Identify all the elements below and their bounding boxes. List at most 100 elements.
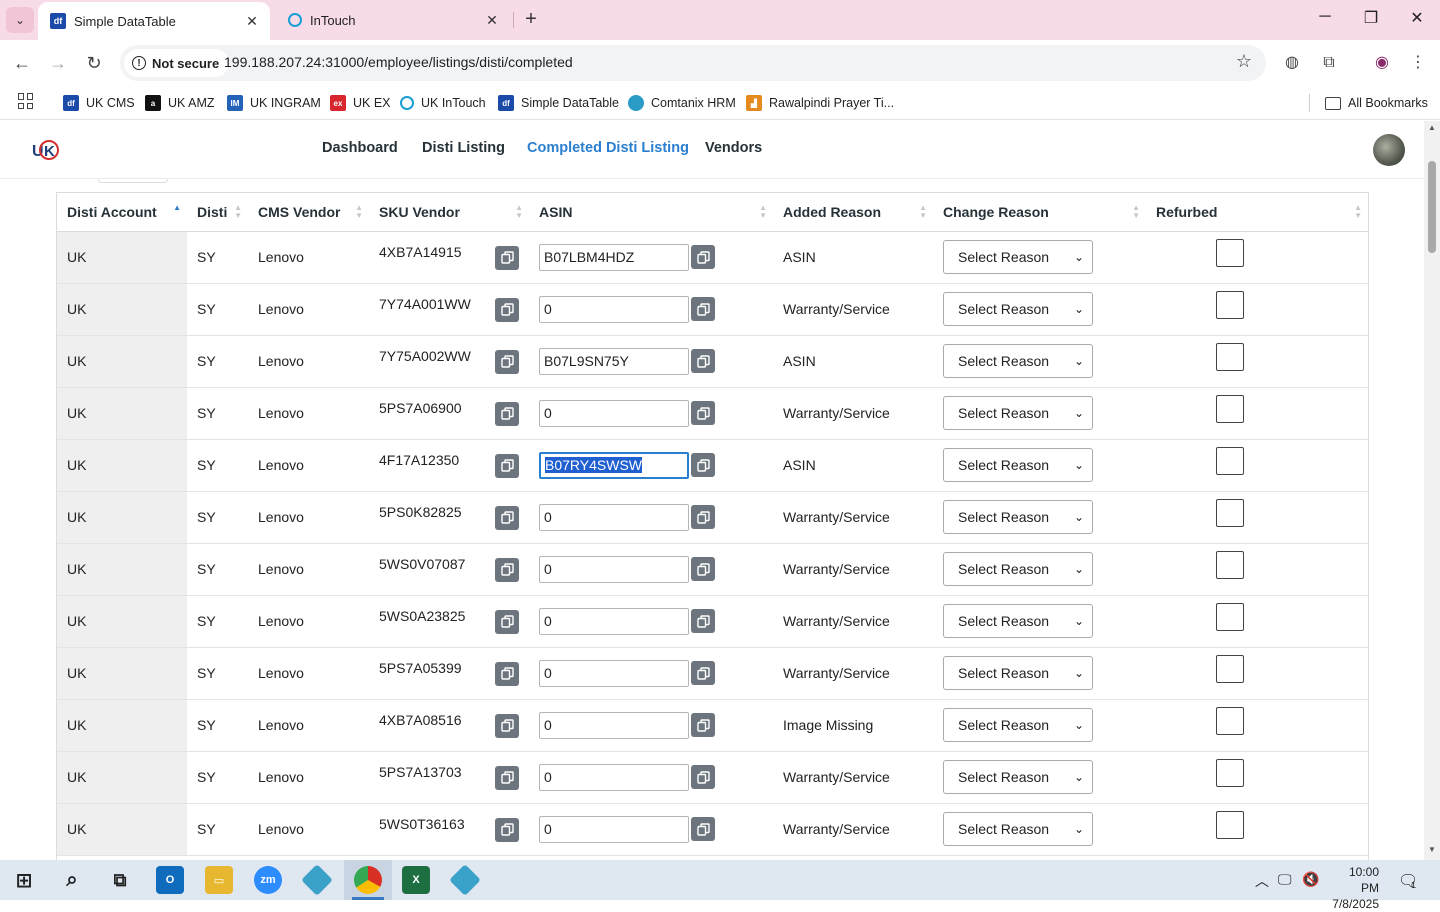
refurbed-checkbox[interactable] (1216, 239, 1244, 267)
app-diamond-icon-2[interactable] (449, 864, 481, 896)
col-change-reason[interactable]: Change Reason ▲ ▼ (933, 193, 1146, 232)
nav-vendors[interactable]: Vendors (705, 140, 762, 156)
asin-input[interactable]: 0 (539, 711, 689, 739)
copy-sku-button[interactable] (495, 453, 519, 478)
change-reason-select[interactable]: Select Reason ⌄ (943, 292, 1093, 326)
minimize-icon[interactable]: ─ (1313, 8, 1337, 32)
col-added-reason[interactable]: Added Reason ▲ ▼ (773, 193, 933, 232)
volume-muted-icon[interactable]: 🔇 (1302, 871, 1319, 888)
menu-kebab-icon[interactable]: ⋮ (1406, 51, 1430, 75)
close-tab-icon[interactable]: ✕ (242, 13, 262, 30)
copy-asin-button[interactable] (691, 817, 715, 841)
col-disti-account[interactable]: Disti Account ▲ (57, 193, 187, 232)
change-reason-select[interactable]: Select Reason ⌄ (943, 552, 1093, 586)
copy-asin-button[interactable] (691, 609, 715, 633)
col-asin[interactable]: ASIN ▲ ▼ (529, 193, 773, 232)
refurbed-checkbox[interactable] (1216, 343, 1244, 371)
copy-sku-button[interactable] (495, 661, 519, 686)
back-icon[interactable]: ← (10, 51, 34, 75)
extensions-icon[interactable]: ⧉ (1317, 51, 1341, 75)
asin-input[interactable]: 0 (539, 555, 689, 583)
change-reason-select[interactable]: Select Reason ⌄ (943, 812, 1093, 846)
copy-sku-button[interactable] (495, 401, 519, 426)
asin-input[interactable]: 0 (539, 295, 689, 323)
refurbed-checkbox[interactable] (1216, 395, 1244, 423)
change-reason-select[interactable]: Select Reason ⌄ (943, 344, 1093, 378)
uk-logo-icon[interactable]: U K (32, 138, 60, 162)
task-view-icon[interactable]: ⧉ (106, 866, 134, 894)
windows-start-icon[interactable]: ⊞ (10, 866, 38, 894)
refurbed-checkbox[interactable] (1216, 707, 1244, 735)
tab-intouch[interactable]: InTouch ✕ (276, 0, 510, 40)
bookmark-simple-datatable[interactable]: df Simple DataTable (498, 92, 619, 114)
col-disti[interactable]: Disti ▲ ▼ (187, 193, 248, 232)
refurbed-checkbox[interactable] (1216, 447, 1244, 475)
nav-disti-listing[interactable]: Disti Listing (422, 140, 505, 156)
tray-chevron-icon[interactable]: ︿ (1255, 871, 1269, 891)
chrome-icon[interactable] (354, 866, 382, 894)
nav-completed-disti-listing[interactable]: Completed Disti Listing (527, 140, 689, 156)
profile-icon[interactable]: ◉ (1370, 51, 1394, 75)
bookmark-prayer-times[interactable]: ▟ Rawalpindi Prayer Ti... (746, 92, 894, 114)
page-scrollbar[interactable]: ▲ ▼ (1424, 121, 1440, 860)
bookmark-star-icon[interactable]: ☆ (1236, 51, 1252, 72)
copy-sku-button[interactable] (495, 765, 519, 790)
address-bar[interactable]: ! Not secure 199.188.207.24:31000/employ… (120, 45, 1266, 81)
all-bookmarks[interactable]: All Bookmarks (1325, 92, 1428, 114)
copy-asin-button[interactable] (691, 557, 715, 581)
change-reason-select[interactable]: Select Reason ⌄ (943, 500, 1093, 534)
bookmark-uk-amz[interactable]: a UK AMZ (145, 92, 215, 114)
new-tab-icon[interactable]: + (520, 8, 542, 30)
copy-sku-button[interactable] (495, 817, 519, 842)
window-close-icon[interactable]: ✕ (1405, 8, 1429, 32)
asin-input[interactable]: B07LBM4HDZ (539, 243, 689, 271)
change-reason-select[interactable]: Select Reason ⌄ (943, 396, 1093, 430)
copy-sku-button[interactable] (495, 713, 519, 738)
change-reason-select[interactable]: Select Reason ⌄ (943, 604, 1093, 638)
close-tab-icon[interactable]: ✕ (482, 12, 502, 29)
asin-input[interactable]: 0 (539, 503, 689, 531)
restore-icon[interactable]: ❐ (1359, 8, 1383, 32)
network-icon[interactable]: 🖵 (1278, 871, 1292, 888)
copy-asin-button[interactable] (691, 245, 715, 269)
asin-input[interactable]: 0 (539, 399, 689, 427)
copy-asin-button[interactable] (691, 401, 715, 425)
change-reason-select[interactable]: Select Reason ⌄ (943, 760, 1093, 794)
refurbed-checkbox[interactable] (1216, 291, 1244, 319)
scroll-up-icon[interactable]: ▲ (1427, 123, 1437, 132)
apps-grid-icon[interactable] (18, 93, 34, 109)
forward-icon[interactable]: → (46, 51, 70, 75)
excel-icon[interactable]: X (402, 866, 430, 894)
col-cms-vendor[interactable]: CMS Vendor ▲ ▼ (248, 193, 369, 232)
copy-sku-button[interactable] (495, 505, 519, 530)
copy-asin-button[interactable] (691, 349, 715, 373)
copy-asin-button[interactable] (691, 661, 715, 685)
asin-input[interactable]: 0 (539, 659, 689, 687)
refurbed-checkbox[interactable] (1216, 655, 1244, 683)
col-sku-vendor[interactable]: SKU Vendor ▲ ▼ (369, 193, 529, 232)
copy-sku-button[interactable] (495, 609, 519, 634)
copy-asin-button[interactable] (691, 505, 715, 529)
asin-input[interactable]: 0 (539, 763, 689, 791)
refurbed-checkbox[interactable] (1216, 499, 1244, 527)
zoom-icon[interactable]: zm (254, 866, 282, 894)
user-avatar[interactable] (1373, 134, 1405, 166)
refurbed-checkbox[interactable] (1216, 759, 1244, 787)
change-reason-select[interactable]: Select Reason ⌄ (943, 240, 1093, 274)
refurbed-checkbox[interactable] (1216, 603, 1244, 631)
bookmark-uk-ingram[interactable]: IM UK INGRAM (227, 92, 321, 114)
asin-input[interactable]: 0 (539, 607, 689, 635)
copy-sku-button[interactable] (495, 245, 519, 270)
refurbed-checkbox[interactable] (1216, 811, 1244, 839)
bookmark-uk-ex[interactable]: ex UK EX (330, 92, 391, 114)
copy-sku-button[interactable] (495, 297, 519, 322)
change-reason-select[interactable]: Select Reason ⌄ (943, 448, 1093, 482)
asin-input[interactable]: 0 (539, 815, 689, 843)
copy-asin-button[interactable] (691, 453, 715, 477)
refurbed-checkbox[interactable] (1216, 551, 1244, 579)
bookmark-comtanix-hrm[interactable]: Comtanix HRM (628, 92, 736, 114)
tab-search-button[interactable]: ⌄ (6, 7, 34, 33)
url-text[interactable]: 199.188.207.24:31000/employee/listings/d… (224, 54, 573, 70)
copy-asin-button[interactable] (691, 765, 715, 789)
scroll-thumb[interactable] (1428, 161, 1436, 253)
